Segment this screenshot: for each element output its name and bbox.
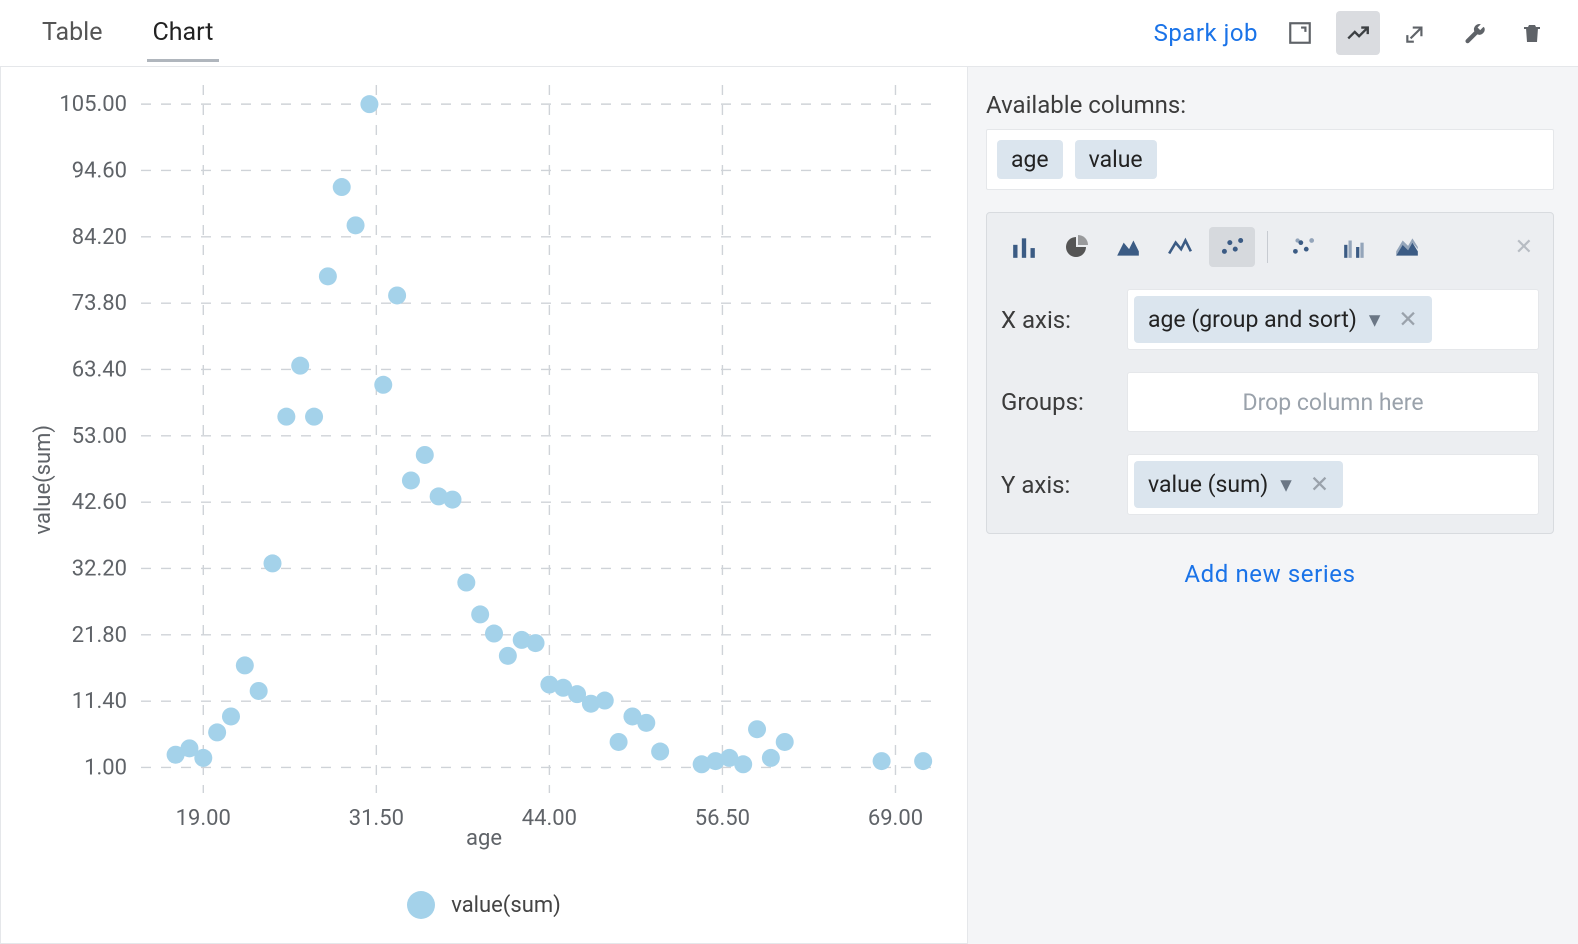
svg-text:42.60: 42.60 <box>72 490 127 515</box>
tab-chart[interactable]: Chart <box>147 4 220 62</box>
svg-text:53.00: 53.00 <box>72 424 127 449</box>
chart-type-scatter-multi-icon[interactable] <box>1280 227 1326 267</box>
chart-type-line-icon[interactable] <box>1157 227 1203 267</box>
legend-marker <box>407 891 435 919</box>
xaxis-pill-text: age (group and sort) <box>1148 306 1357 333</box>
chevron-down-icon[interactable]: ▾ <box>1280 471 1292 498</box>
popout-icon[interactable] <box>1394 11 1438 55</box>
view-tabs: Table Chart <box>24 4 219 62</box>
xaxis-label: X axis: <box>1001 306 1111 334</box>
svg-text:63.40: 63.40 <box>72 357 127 382</box>
chart-type-scatter-icon[interactable] <box>1209 227 1255 267</box>
add-series-link[interactable]: Add new series <box>1184 560 1355 588</box>
yaxis-pill-text: value (sum) <box>1148 471 1268 498</box>
x-axis-label: age <box>1 826 967 851</box>
chart-mode-icon[interactable] <box>1336 11 1380 55</box>
remove-xaxis-icon[interactable]: ✕ <box>1398 306 1417 333</box>
svg-text:21.80: 21.80 <box>72 623 127 648</box>
scatter-plot: 1.00 11.40 21.80 32.20 42.60 53.00 63.40 73.80 8… <box>1 67 967 943</box>
series-config: ✕ X axis: age (group and sort) ▾ ✕ Group… <box>986 212 1554 534</box>
svg-text:84.20: 84.20 <box>72 225 127 250</box>
groups-label: Groups: <box>1001 388 1111 416</box>
available-columns: age value <box>986 129 1554 190</box>
chevron-down-icon[interactable]: ▾ <box>1369 306 1381 333</box>
yaxis-slot[interactable]: value (sum) ▾ ✕ <box>1127 454 1539 515</box>
groups-slot[interactable]: Drop column here <box>1127 372 1539 432</box>
svg-text:1.00: 1.00 <box>84 755 127 780</box>
legend: value(sum) <box>1 891 967 919</box>
expand-icon[interactable] <box>1278 11 1322 55</box>
spark-job-link[interactable]: Spark job <box>1154 19 1258 47</box>
chart-type-stacked-area-icon[interactable] <box>1384 227 1430 267</box>
config-panel: Available columns: age value ✕ <box>968 66 1578 944</box>
chart-type-area-icon[interactable] <box>1105 227 1151 267</box>
column-chip-value[interactable]: value <box>1075 140 1157 179</box>
legend-label: value(sum) <box>451 893 561 918</box>
svg-text:32.20: 32.20 <box>72 556 127 581</box>
wrench-icon[interactable] <box>1452 11 1496 55</box>
svg-text:94.60: 94.60 <box>72 158 127 183</box>
column-chip-age[interactable]: age <box>997 140 1063 179</box>
chart-type-bar-icon[interactable] <box>1001 227 1047 267</box>
available-columns-label: Available columns: <box>986 91 1554 119</box>
xaxis-pill[interactable]: age (group and sort) ▾ ✕ <box>1134 296 1432 343</box>
svg-text:73.80: 73.80 <box>72 291 127 316</box>
trash-icon[interactable] <box>1510 11 1554 55</box>
tab-table[interactable]: Table <box>36 4 109 62</box>
series-close-icon[interactable]: ✕ <box>1509 231 1539 264</box>
svg-text:105.00: 105.00 <box>59 92 127 117</box>
chart-type-grouped-bar-icon[interactable] <box>1332 227 1378 267</box>
yaxis-label: Y axis: <box>1001 471 1111 499</box>
groups-placeholder: Drop column here <box>1134 389 1532 416</box>
chart-type-pie-icon[interactable] <box>1053 227 1099 267</box>
add-series: Add new series <box>986 560 1554 588</box>
svg-text:11.40: 11.40 <box>72 689 127 714</box>
remove-yaxis-icon[interactable]: ✕ <box>1310 471 1329 498</box>
chart-pane: value(sum) 1.00 11.40 21.80 32.20 42.60 53.00… <box>0 66 968 944</box>
xaxis-slot[interactable]: age (group and sort) ▾ ✕ <box>1127 289 1539 350</box>
chart-type-row: ✕ <box>1001 227 1539 267</box>
yaxis-pill[interactable]: value (sum) ▾ ✕ <box>1134 461 1343 508</box>
